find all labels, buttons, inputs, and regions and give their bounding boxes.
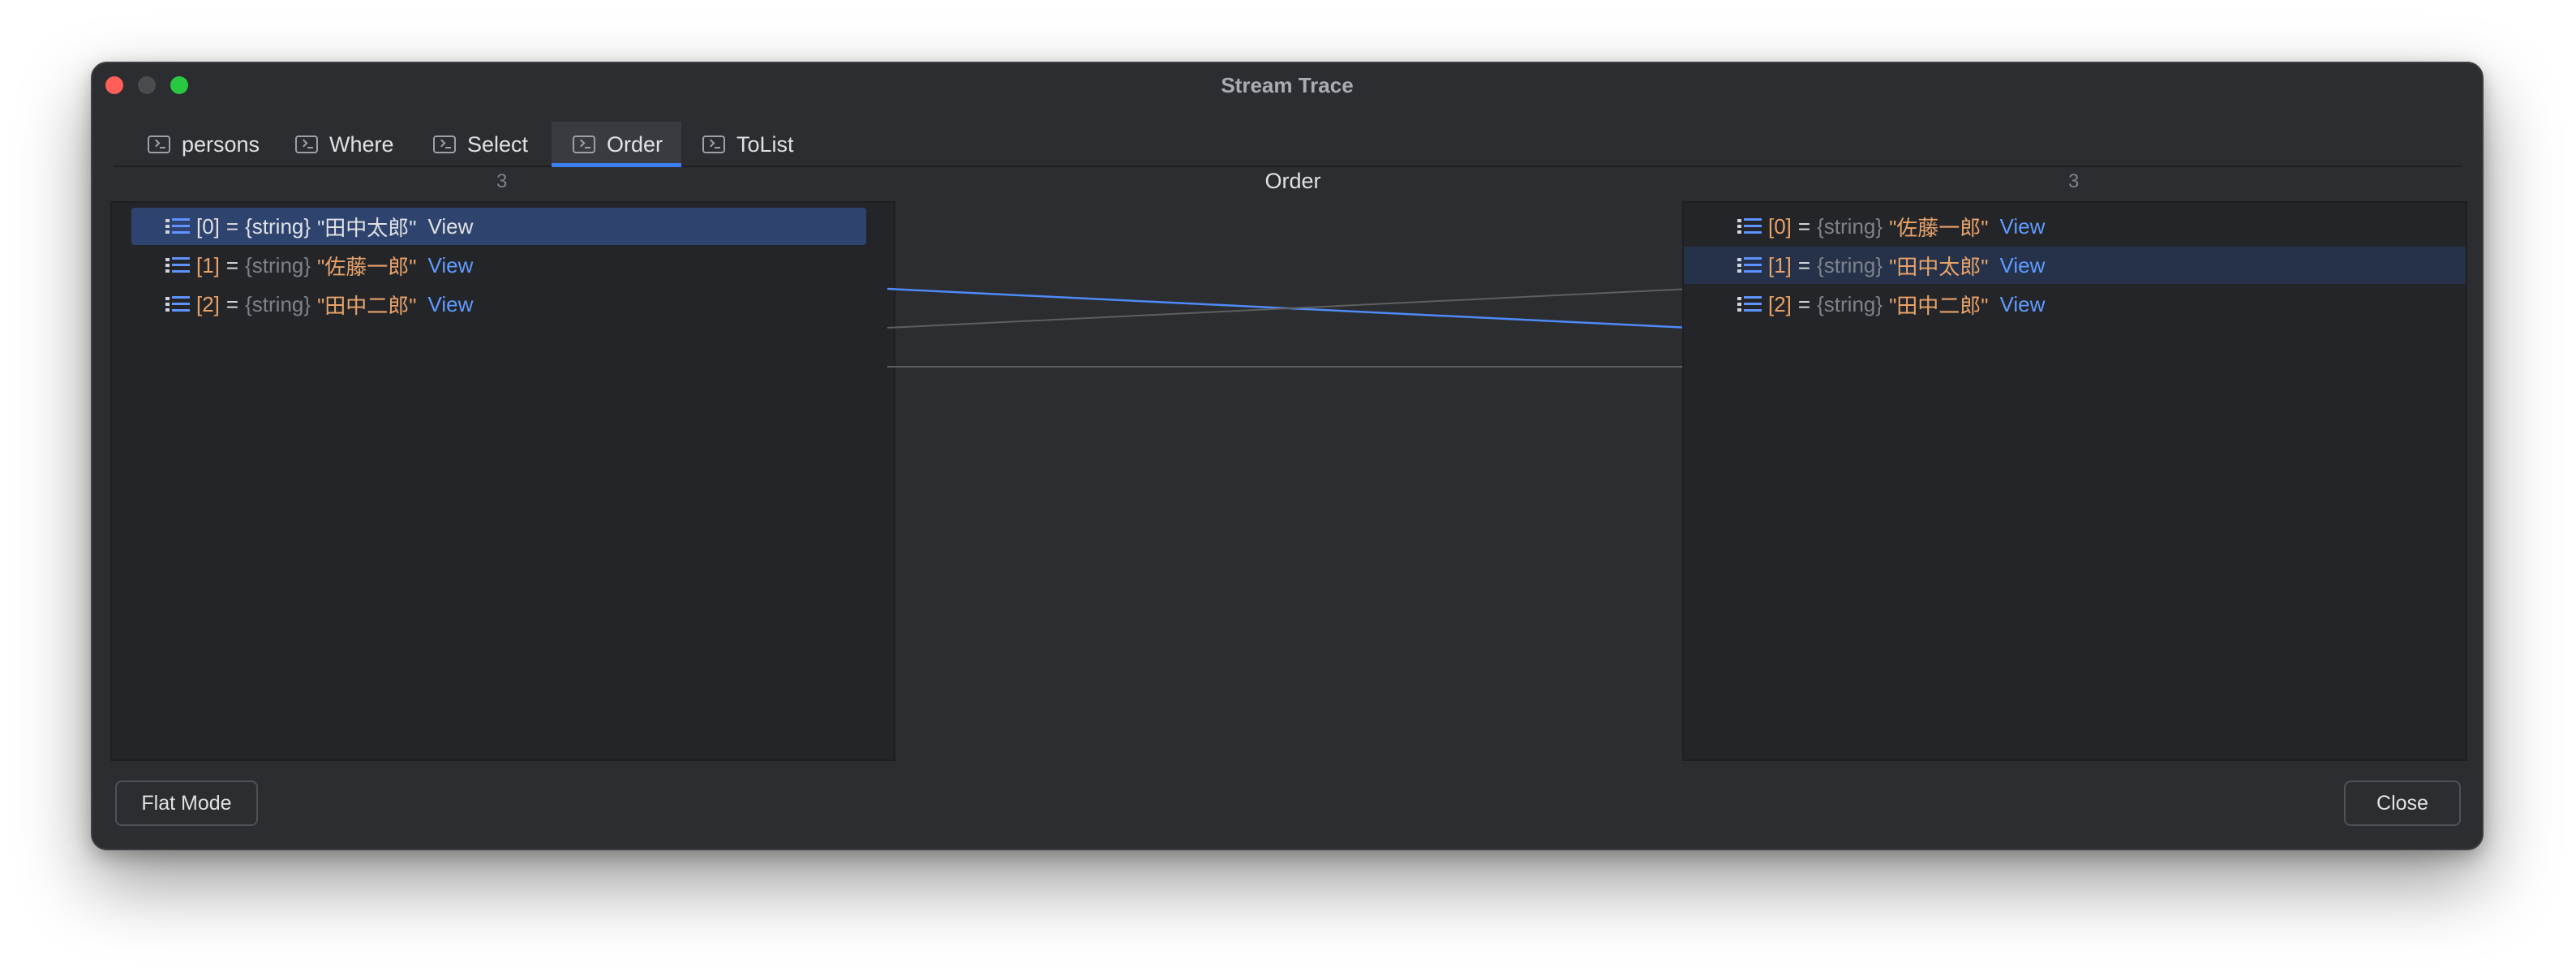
view-link[interactable]: View [428, 292, 474, 317]
item-equals: = [1797, 291, 1811, 316]
console-icon [148, 135, 170, 153]
list-item[interactable]: [0] = {string} "田中太郎" View [131, 208, 866, 245]
item-equals: = [225, 291, 239, 316]
input-list-panel: [0] = {string} "田中太郎" View [1] = {string… [110, 201, 895, 761]
item-type: {string} [1817, 213, 1883, 239]
item-value: "佐藤一郎" [317, 254, 417, 279]
item-value: "田中太郎" [1889, 254, 1989, 279]
stream-trace-window: Stream Trace persons Where Select Order … [91, 62, 2484, 850]
item-type: {string} [1817, 291, 1883, 316]
right-count: 3 [2068, 170, 2080, 192]
item-index: [0] [196, 213, 220, 239]
console-icon [433, 135, 456, 153]
list-item[interactable]: [2] = {string} "田中二郎" View [131, 286, 866, 323]
mapping-connectors [887, 287, 1691, 368]
tab-where[interactable]: Where [295, 122, 401, 167]
view-link[interactable]: View [2000, 292, 2046, 317]
tab-label: Order [607, 131, 663, 157]
list-item[interactable]: [2] = {string} "田中二郎" View [1684, 286, 2466, 323]
title-bar: Stream Trace [92, 63, 2482, 107]
view-link[interactable]: View [428, 253, 474, 278]
item-value: "佐藤一郎" [1889, 215, 1989, 240]
center-title: Order [1264, 169, 1321, 193]
list-index-icon [165, 256, 190, 274]
item-equals: = [1797, 252, 1811, 277]
tab-bar: persons Where Select Order ToList [114, 122, 2461, 167]
item-type: {string} [245, 252, 311, 277]
window-title: Stream Trace [1221, 73, 1354, 97]
item-equals: = [225, 213, 239, 239]
view-link[interactable]: View [2000, 253, 2046, 278]
tab-order[interactable]: Order [552, 122, 681, 167]
list-index-icon [1737, 295, 1762, 313]
tab-label: persons [182, 131, 260, 157]
tab-label: Select [467, 131, 529, 157]
view-link[interactable]: View [2000, 214, 2046, 239]
view-link[interactable]: View [428, 214, 474, 239]
item-value: "田中二郎" [1889, 293, 1989, 318]
tab-select[interactable]: Select [433, 122, 539, 167]
item-index: [1] [196, 252, 220, 277]
output-list-panel: [0] = {string} "佐藤一郎" View [1] = {string… [1682, 201, 2467, 761]
item-type: {string} [245, 213, 311, 239]
item-index: [2] [1768, 291, 1792, 316]
item-value: "田中太郎" [317, 215, 417, 240]
flat-mode-button[interactable]: Flat Mode [115, 781, 258, 826]
item-equals: = [1797, 213, 1811, 239]
left-count: 3 [496, 170, 508, 192]
tab-persons[interactable]: persons [148, 122, 269, 167]
tab-label: Where [329, 131, 394, 157]
item-equals: = [225, 252, 239, 277]
item-type: {string} [1817, 252, 1883, 277]
list-item[interactable]: [0] = {string} "佐藤一郎" View [1684, 208, 2466, 245]
item-index: [2] [196, 291, 220, 316]
list-index-icon [1737, 217, 1762, 235]
close-button[interactable]: Close [2344, 781, 2461, 826]
list-index-icon [1737, 256, 1762, 274]
console-icon [295, 135, 318, 153]
item-index: [0] [1768, 213, 1792, 239]
tab-tolist[interactable]: ToList [702, 122, 808, 167]
item-type: {string} [245, 291, 311, 316]
list-index-icon [165, 295, 190, 313]
list-item[interactable]: [1] = {string} "佐藤一郎" View [131, 247, 866, 284]
list-index-icon [165, 217, 190, 235]
item-value: "田中二郎" [317, 293, 417, 318]
tab-label: ToList [736, 131, 794, 157]
console-icon [573, 135, 595, 153]
console-icon [702, 135, 725, 153]
list-item[interactable]: [1] = {string} "田中太郎" View [1684, 247, 2466, 284]
item-index: [1] [1768, 252, 1792, 277]
